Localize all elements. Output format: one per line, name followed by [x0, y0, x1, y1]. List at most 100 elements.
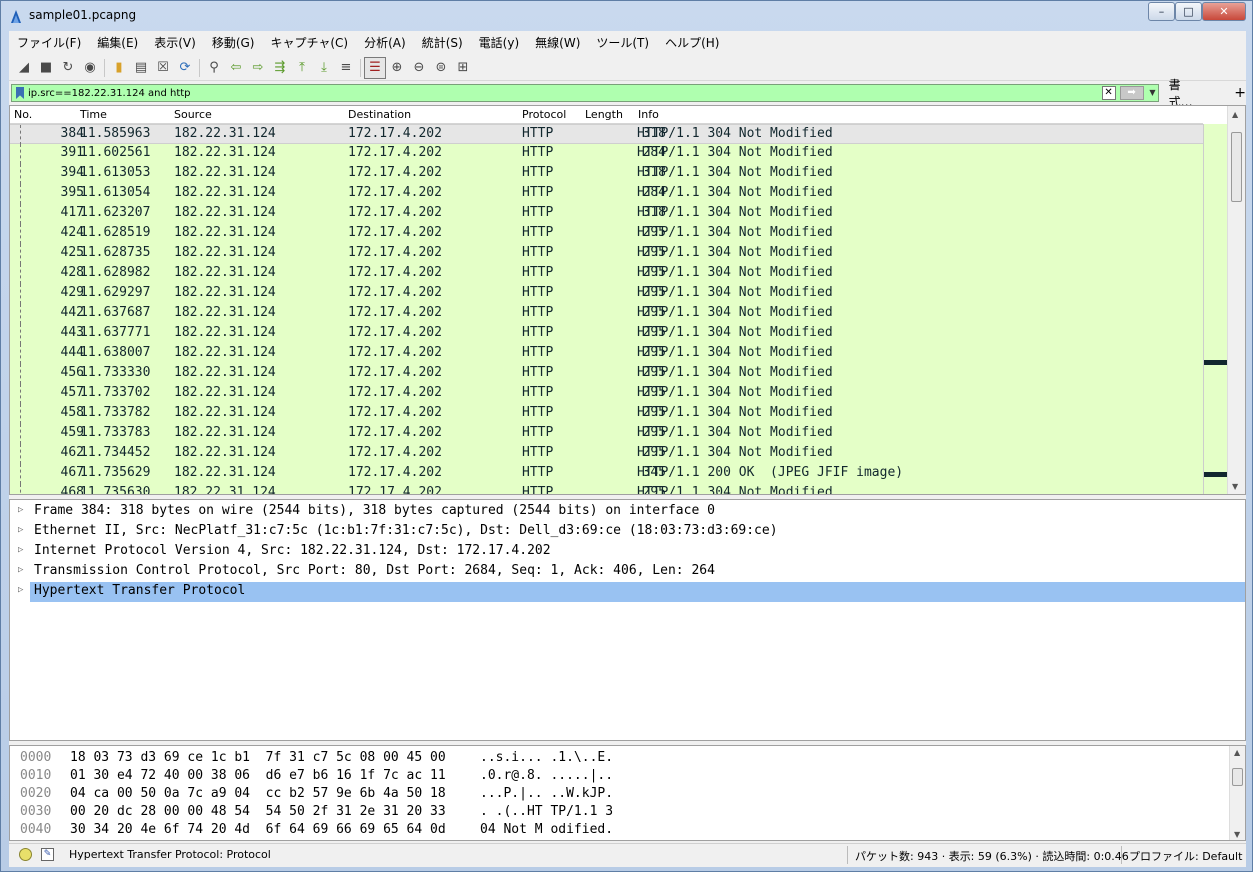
packet-row[interactable]: 424 11.628519 182.22.31.124 172.17.4.202 HTT… [10, 224, 1203, 244]
menu-item[interactable]: 分析(A) [356, 34, 414, 51]
resize-columns-icon[interactable]: ⊞ [452, 57, 474, 79]
menu-item[interactable]: 統計(S) [414, 34, 471, 51]
packet-row[interactable]: 443 11.637771 182.22.31.124 172.17.4.202 HTT… [10, 324, 1203, 344]
column-source[interactable]: Source [174, 108, 212, 121]
expand-arrow-icon[interactable]: ▷ [18, 585, 23, 595]
autoscroll-icon[interactable]: ≡ [335, 57, 357, 79]
bytes-row[interactable]: 0030 00 20 dc 28 00 00 48 54 54 50 2f 31 … [10, 804, 1225, 822]
packet-row[interactable]: 429 11.629297 182.22.31.124 172.17.4.202 HTT… [10, 284, 1203, 304]
open-file-icon[interactable]: ▮ [108, 57, 130, 79]
expand-arrow-icon[interactable]: ▷ [18, 525, 23, 535]
packet-time-cell: 11.585963 [80, 126, 151, 141]
byte-offset: 0030 [20, 804, 52, 819]
detail-tree-item[interactable]: ▷ Internet Protocol Version 4, Src: 182.2… [10, 542, 1245, 562]
go-forward-icon[interactable]: ⇨ [247, 57, 269, 79]
expand-arrow-icon[interactable]: ▷ [18, 545, 23, 555]
bytes-row[interactable]: 0010 01 30 e4 72 40 00 38 06 d6 e7 b6 16 … [10, 768, 1225, 786]
save-file-icon[interactable]: ▤ [130, 57, 152, 79]
title-bar[interactable]: sample01.pcapng – □ ✕ [1, 1, 1252, 31]
zoom-in-icon[interactable]: ⊕ [386, 57, 408, 79]
detail-tree-item[interactable]: ▷ Transmission Control Protocol, Src Port… [10, 562, 1245, 582]
chevron-down-icon[interactable]: ▼ [1149, 88, 1155, 97]
minimize-button[interactable]: – [1148, 2, 1175, 21]
zoom-normal-icon[interactable]: ⊜ [430, 57, 452, 79]
go-to-packet-icon[interactable]: ⇶ [269, 57, 291, 79]
packet-row[interactable]: 442 11.637687 182.22.31.124 172.17.4.202 HTT… [10, 304, 1203, 324]
menu-item[interactable]: 編集(E) [89, 34, 146, 51]
expert-info-icon[interactable] [19, 848, 32, 861]
menu-item[interactable]: 電話(y) [471, 34, 527, 51]
menu-item[interactable]: ヘルプ(H) [657, 34, 727, 51]
related-packet-marker [20, 324, 21, 344]
colorize-icon[interactable]: ☰ [364, 56, 386, 79]
bookmark-icon[interactable] [16, 87, 24, 99]
scroll-up-icon[interactable]: ▲ [1232, 110, 1238, 119]
packet-row[interactable]: 468 11.735630 182.22.31.124 172.17.4.202 HTT… [10, 484, 1203, 494]
add-filter-button[interactable]: + [1234, 85, 1246, 101]
packet-src-cell: 182.22.31.124 [174, 265, 276, 280]
scroll-down-icon[interactable]: ▼ [1232, 482, 1238, 491]
expand-arrow-icon[interactable]: ▷ [18, 565, 23, 575]
packet-row[interactable]: 456 11.733330 182.22.31.124 172.17.4.202 HTT… [10, 364, 1203, 384]
maximize-button[interactable]: □ [1175, 2, 1202, 21]
packet-row[interactable]: 395 11.613054 182.22.31.124 172.17.4.202 HTT… [10, 184, 1203, 204]
capture-comment-icon[interactable]: ✎ [41, 848, 54, 861]
column-length[interactable]: Length [585, 108, 623, 121]
close-button[interactable]: ✕ [1202, 2, 1246, 21]
find-packet-icon[interactable]: ⚲ [203, 57, 225, 79]
packet-row[interactable]: 417 11.623207 182.22.31.124 172.17.4.202 HTT… [10, 204, 1203, 224]
menu-item[interactable]: 無線(W) [527, 34, 588, 51]
expand-arrow-icon[interactable]: ▷ [18, 505, 23, 515]
packet-row[interactable]: 459 11.733783 182.22.31.124 172.17.4.202 HTT… [10, 424, 1203, 444]
menu-item[interactable]: ツール(T) [588, 34, 657, 51]
menu-item[interactable]: ファイル(F) [9, 34, 89, 51]
column-time[interactable]: Time [80, 108, 107, 121]
packet-row[interactable]: 384 11.585963 182.22.31.124 172.17.4.202 HTT… [10, 124, 1203, 145]
last-packet-icon[interactable]: ⤓ [313, 57, 335, 79]
related-packet-marker [20, 464, 21, 484]
go-back-icon[interactable]: ⇦ [225, 57, 247, 79]
bytes-scrollbar[interactable]: ▲ ▼ [1229, 746, 1245, 840]
packet-row[interactable]: 444 11.638007 182.22.31.124 172.17.4.202 HTT… [10, 344, 1203, 364]
bytes-row[interactable]: 0040 30 34 20 4e 6f 74 20 4d 6f 64 69 66 … [10, 822, 1225, 840]
apply-filter-icon[interactable]: ➡ [1119, 86, 1144, 100]
packet-list-scrollbar[interactable]: ▲ ▼ [1227, 106, 1245, 494]
zoom-out-icon[interactable]: ⊖ [408, 57, 430, 79]
clear-filter-icon[interactable]: ✕ [1101, 86, 1116, 100]
packet-row[interactable]: 425 11.628735 182.22.31.124 172.17.4.202 HTT… [10, 244, 1203, 264]
packet-proto-cell: HTTP [522, 325, 554, 340]
packet-minimap[interactable] [1203, 124, 1228, 494]
column-no[interactable]: No. [14, 108, 32, 121]
detail-tree-item[interactable]: ▷ Ethernet II, Src: NecPlatf_31:c7:5c (1c… [10, 522, 1245, 542]
column-info[interactable]: Info [638, 108, 659, 121]
scroll-thumb[interactable] [1232, 768, 1243, 786]
scroll-down-icon[interactable]: ▼ [1234, 830, 1240, 839]
detail-tree-item[interactable]: ▷ Frame 384: 318 bytes on wire (2544 bits… [10, 502, 1245, 522]
packet-row[interactable]: 428 11.628982 182.22.31.124 172.17.4.202 HTT… [10, 264, 1203, 284]
first-packet-icon[interactable]: ⤒ [291, 57, 313, 79]
packet-row[interactable]: 394 11.613053 182.22.31.124 172.17.4.202 HTT… [10, 164, 1203, 184]
profile-label[interactable]: プロファイル: Default [1129, 848, 1242, 864]
scroll-up-icon[interactable]: ▲ [1234, 748, 1240, 757]
packet-row[interactable]: 391 11.602561 182.22.31.124 172.17.4.202 HTT… [10, 144, 1203, 164]
column-protocol[interactable]: Protocol [522, 108, 566, 121]
stop-icon[interactable]: ■ [35, 57, 57, 79]
menu-item[interactable]: キャプチャ(C) [262, 34, 356, 51]
restart-icon[interactable]: ↻ [57, 57, 79, 79]
reload-icon[interactable]: ⟳ [174, 57, 196, 79]
close-file-icon[interactable]: ☒ [152, 57, 174, 79]
packet-row[interactable]: 467 11.735629 182.22.31.124 172.17.4.202 HTT… [10, 464, 1203, 484]
display-filter-input[interactable] [28, 87, 1088, 99]
packet-row[interactable]: 457 11.733702 182.22.31.124 172.17.4.202 HTT… [10, 384, 1203, 404]
detail-tree-item[interactable]: ▷ Hypertext Transfer Protocol [18, 582, 1245, 602]
bytes-row[interactable]: 0000 18 03 73 d3 69 ce 1c b1 7f 31 c7 5c … [10, 750, 1225, 768]
shark-fin-start-icon[interactable]: ◢ [13, 57, 35, 79]
column-destination[interactable]: Destination [348, 108, 411, 121]
capture-options-icon[interactable]: ◉ [79, 57, 101, 79]
scroll-thumb[interactable] [1231, 132, 1242, 202]
bytes-row[interactable]: 0020 04 ca 00 50 0a 7c a9 04 cc b2 57 9e … [10, 786, 1225, 804]
menu-item[interactable]: 移動(G) [204, 34, 263, 51]
menu-item[interactable]: 表示(V) [146, 34, 204, 51]
packet-row[interactable]: 458 11.733782 182.22.31.124 172.17.4.202 HTT… [10, 404, 1203, 424]
packet-row[interactable]: 462 11.734452 182.22.31.124 172.17.4.202 HTT… [10, 444, 1203, 464]
